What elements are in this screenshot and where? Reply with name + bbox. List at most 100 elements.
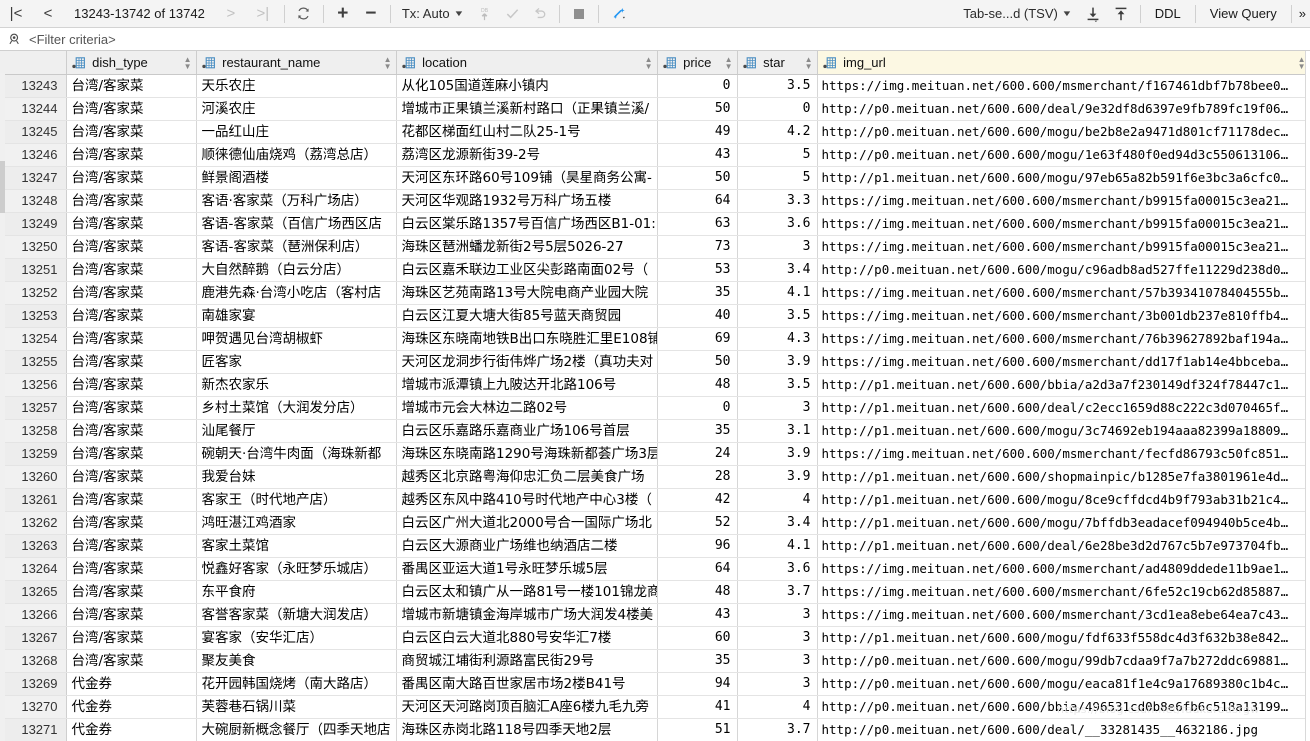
row-number-cell[interactable]: 13246	[0, 143, 67, 167]
cell-restaurant_name[interactable]: 大自然醉鹅（白云分店）	[196, 258, 397, 282]
result-format-dropdown[interactable]: Tab-se...d (TSV) ▼	[957, 2, 1072, 26]
cell-location[interactable]: 番禺区南大路百世家居市场2楼B41号	[396, 672, 658, 696]
cell-dish_type[interactable]: 台湾/客家菜	[66, 189, 197, 213]
cell-location[interactable]: 荔湾区龙源新街39-2号	[396, 143, 658, 167]
view-query-button[interactable]: View Query	[1201, 6, 1286, 21]
cell-star[interactable]: 4.1	[737, 281, 818, 305]
cell-restaurant_name[interactable]: 汕尾餐厅	[196, 419, 397, 443]
cell-img_url[interactable]: http://p0.meituan.net/600.600/mogu/be2b8…	[817, 120, 1310, 144]
cell-price[interactable]: 60	[657, 626, 738, 650]
cell-dish_type[interactable]: 台湾/客家菜	[66, 258, 197, 282]
cell-dish_type[interactable]: 台湾/客家菜	[66, 488, 197, 512]
row-number-cell[interactable]: 13271	[0, 718, 67, 741]
cell-restaurant_name[interactable]: 鸿旺湛江鸡酒家	[196, 511, 397, 535]
cell-restaurant_name[interactable]: 花开园韩国烧烤（南大路店）	[196, 672, 397, 696]
column-header-location[interactable]: location ▲ ▼	[396, 51, 658, 75]
sort-toggle-icon[interactable]: ▲ ▼	[725, 55, 733, 70]
table-row[interactable]: 13253 台湾/客家菜 南雄家宴 白云区江夏大塘大街85号蓝天商贸园 40 3.5 htt…	[0, 304, 1310, 328]
scrollbar-thumb[interactable]	[0, 161, 5, 213]
cell-star[interactable]: 3.9	[737, 350, 818, 374]
cell-img_url[interactable]: http://p1.meituan.net/600.600/mogu/3c746…	[817, 419, 1310, 443]
delete-row-button[interactable]: −	[357, 2, 385, 26]
row-number-cell[interactable]: 13255	[0, 350, 67, 374]
cell-img_url[interactable]: https://img.meituan.net/600.600/msmercha…	[817, 281, 1310, 305]
cell-price[interactable]: 53	[657, 258, 738, 282]
cell-restaurant_name[interactable]: 宴客家（安华汇店）	[196, 626, 397, 650]
row-number-cell[interactable]: 13263	[0, 534, 67, 558]
previous-page-button[interactable]: <	[32, 2, 64, 26]
cell-price[interactable]: 94	[657, 672, 738, 696]
row-number-cell[interactable]: 13265	[0, 580, 67, 604]
cell-star[interactable]: 4.3	[737, 327, 818, 351]
row-number-cell[interactable]: 13253	[0, 304, 67, 328]
cell-location[interactable]: 从化105国道莲麻小镇内	[396, 74, 658, 98]
table-row[interactable]: 13252 台湾/客家菜 鹿港先森·台湾小吃店（客村店 海珠区艺苑南路13号大院电商产…	[0, 281, 1310, 305]
cell-dish_type[interactable]: 台湾/客家菜	[66, 143, 197, 167]
cell-price[interactable]: 24	[657, 442, 738, 466]
row-number-cell[interactable]: 13244	[0, 97, 67, 121]
cell-restaurant_name[interactable]: 呷贺遇见台湾胡椒虾	[196, 327, 397, 351]
cell-dish_type[interactable]: 台湾/客家菜	[66, 442, 197, 466]
sort-toggle-icon[interactable]: ▲ ▼	[645, 55, 653, 70]
cell-star[interactable]: 3.9	[737, 465, 818, 489]
cell-restaurant_name[interactable]: 客誉客家菜（新塘大润发店）	[196, 603, 397, 627]
table-row[interactable]: 13255 台湾/客家菜 匠客家 天河区龙洞步行街伟烨广场2楼（真功夫对 50 3.9 ht…	[0, 350, 1310, 374]
cell-star[interactable]: 3.1	[737, 419, 818, 443]
row-number-cell[interactable]: 13247	[0, 166, 67, 190]
cell-star[interactable]: 3	[737, 603, 818, 627]
cell-restaurant_name[interactable]: 乡村土菜馆（大润发分店）	[196, 396, 397, 420]
add-row-button[interactable]: +	[329, 2, 357, 26]
db-commit-icon[interactable]: DB	[470, 2, 498, 26]
cell-dish_type[interactable]: 台湾/客家菜	[66, 350, 197, 374]
cell-img_url[interactable]: http://p1.meituan.net/600.600/mogu/fdf63…	[817, 626, 1310, 650]
cell-restaurant_name[interactable]: 东平食府	[196, 580, 397, 604]
table-row[interactable]: 13246 台湾/客家菜 顺徕德仙庙烧鸡（荔湾总店） 荔湾区龙源新街39-2号 43 5 h…	[0, 143, 1310, 167]
cell-dish_type[interactable]: 台湾/客家菜	[66, 235, 197, 259]
cell-location[interactable]: 天河区龙洞步行街伟烨广场2楼（真功夫对	[396, 350, 658, 374]
first-row-button[interactable]: |<	[0, 2, 32, 26]
cell-img_url[interactable]: http://p1.meituan.net/600.600/deal/6e28b…	[817, 534, 1310, 558]
row-number-cell[interactable]: 13261	[0, 488, 67, 512]
cell-img_url[interactable]: https://img.meituan.net/600.600/msmercha…	[817, 557, 1310, 581]
column-header-restaurant_name[interactable]: restaurant_name ▲ ▼	[196, 51, 397, 75]
cell-dish_type[interactable]: 台湾/客家菜	[66, 97, 197, 121]
cell-restaurant_name[interactable]: 芙蓉巷石锅川菜	[196, 695, 397, 719]
cell-star[interactable]: 3.3	[737, 189, 818, 213]
cell-price[interactable]: 35	[657, 649, 738, 673]
cell-price[interactable]: 50	[657, 97, 738, 121]
row-number-cell[interactable]: 13262	[0, 511, 67, 535]
cell-dish_type[interactable]: 代金券	[66, 672, 197, 696]
cell-location[interactable]: 白云区大源商业广场维也纳酒店二楼	[396, 534, 658, 558]
cell-price[interactable]: 43	[657, 143, 738, 167]
cell-location[interactable]: 海珠区赤岗北路118号四季天地2层	[396, 718, 658, 741]
cell-star[interactable]: 3	[737, 396, 818, 420]
cell-star[interactable]: 3.5	[737, 304, 818, 328]
cell-location[interactable]: 越秀区北京路粤海仰忠汇负二层美食广场	[396, 465, 658, 489]
cell-img_url[interactable]: http://p1.meituan.net/600.600/mogu/97eb6…	[817, 166, 1310, 190]
cell-price[interactable]: 96	[657, 534, 738, 558]
cell-location[interactable]: 商贸城江埔街利源路富民街29号	[396, 649, 658, 673]
cell-location[interactable]: 白云区广州大道北2000号合一国际广场北	[396, 511, 658, 535]
stop-square-icon[interactable]	[565, 2, 593, 26]
cell-img_url[interactable]: http://p1.meituan.net/600.600/shopmainpi…	[817, 465, 1310, 489]
cell-star[interactable]: 3	[737, 626, 818, 650]
table-row[interactable]: 13260 台湾/客家菜 我爱台妹 越秀区北京路粤海仰忠汇负二层美食广场 28 3.9 ht…	[0, 465, 1310, 489]
table-row[interactable]: 13248 台湾/客家菜 客语·客家菜（万科广场店） 天河区华观路1932号万科广场五…	[0, 189, 1310, 213]
table-row[interactable]: 13262 台湾/客家菜 鸿旺湛江鸡酒家 白云区广州大道北2000号合一国际广场北 52…	[0, 511, 1310, 535]
row-number-cell[interactable]: 13252	[0, 281, 67, 305]
cell-price[interactable]: 73	[657, 235, 738, 259]
cell-location[interactable]: 海珠区东晓南地铁B出口东晓胜汇里E108铺	[396, 327, 658, 351]
cell-price[interactable]: 0	[657, 74, 738, 98]
cell-star[interactable]: 3.4	[737, 511, 818, 535]
table-row[interactable]: 13268 台湾/客家菜 聚友美食 商贸城江埔街利源路富民街29号 35 3 http://…	[0, 649, 1310, 673]
cell-restaurant_name[interactable]: 一品红山庄	[196, 120, 397, 144]
cell-star[interactable]: 4	[737, 695, 818, 719]
refresh-icon[interactable]	[290, 2, 318, 26]
cell-img_url[interactable]: https://img.meituan.net/600.600/msmercha…	[817, 212, 1310, 236]
cell-star[interactable]: 5	[737, 143, 818, 167]
cell-star[interactable]: 0	[737, 97, 818, 121]
cell-price[interactable]: 42	[657, 488, 738, 512]
row-number-cell[interactable]: 13264	[0, 557, 67, 581]
cell-restaurant_name[interactable]: 大碗厨新概念餐厅（四季天地店	[196, 718, 397, 741]
cell-dish_type[interactable]: 台湾/客家菜	[66, 649, 197, 673]
